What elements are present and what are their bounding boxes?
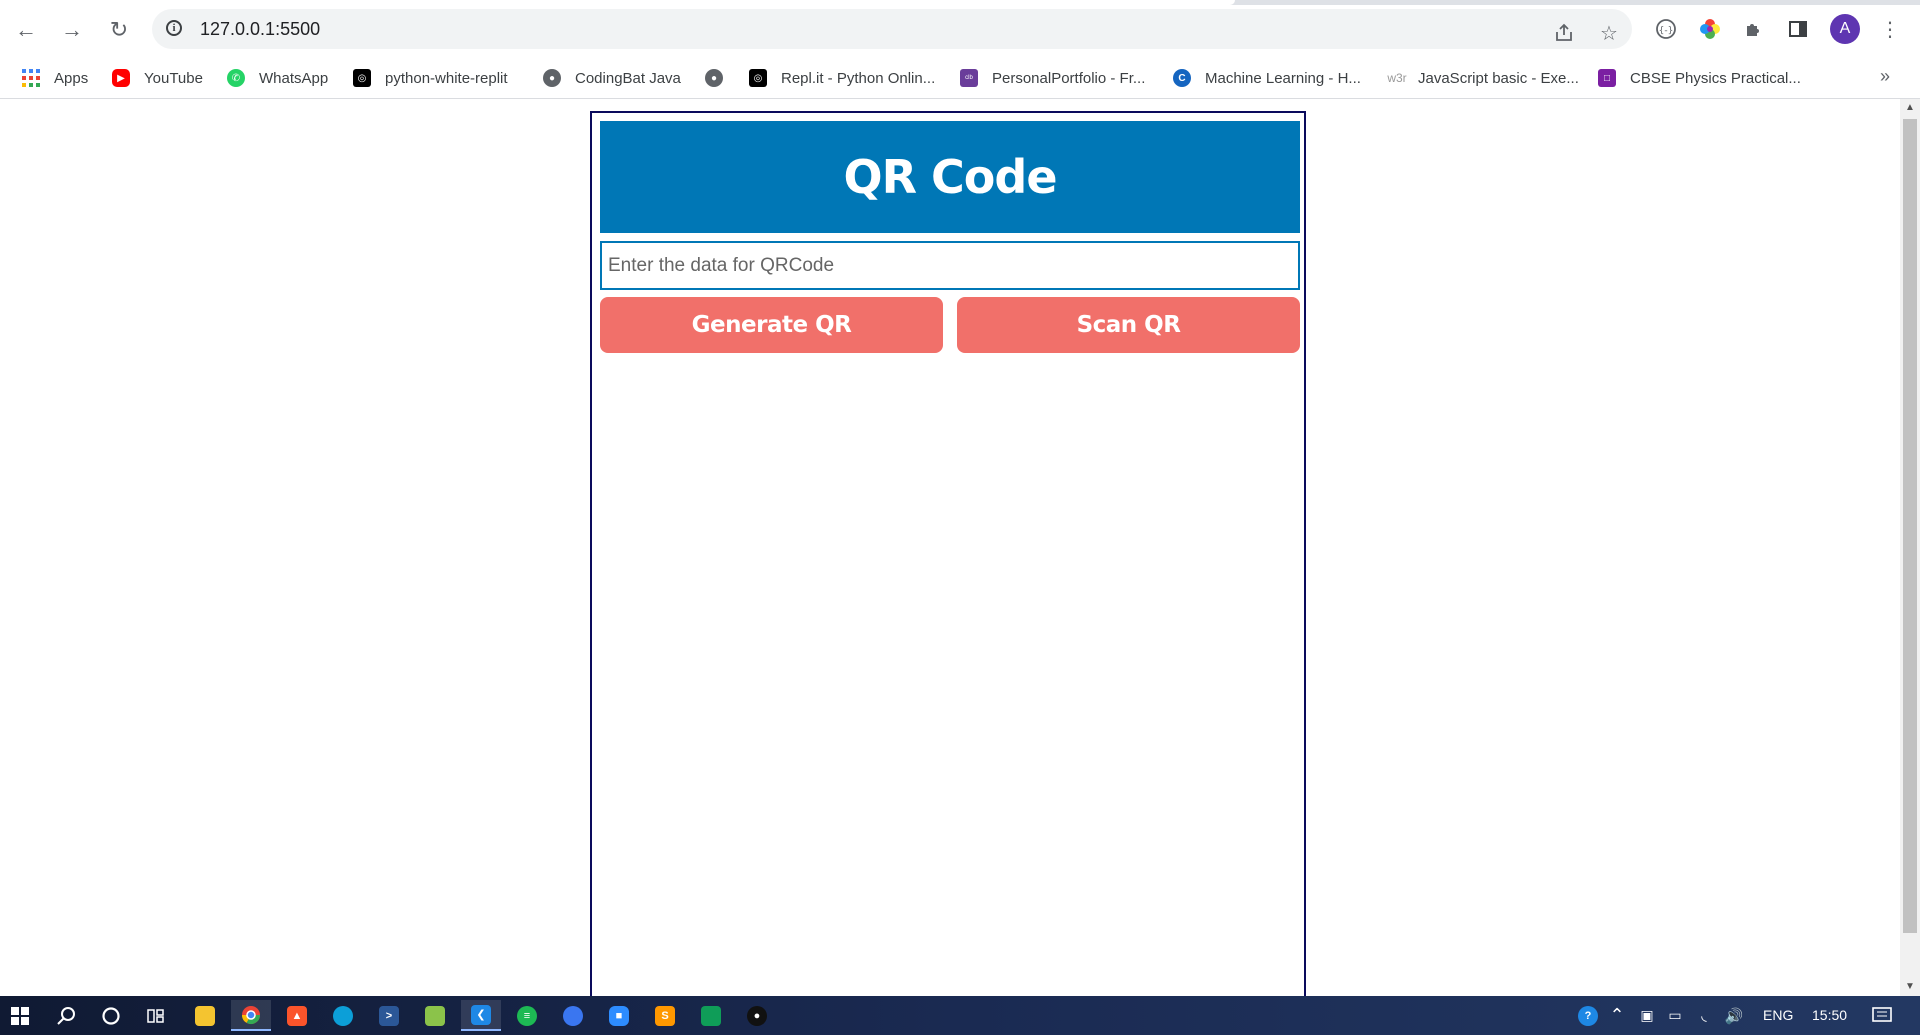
battery-icon[interactable]: ▭ xyxy=(1663,1000,1687,1031)
help-icon[interactable]: ? xyxy=(1568,1000,1608,1031)
replit-icon: ◎ xyxy=(749,69,767,87)
browser-toolbar: ← → ↻ i 127.0.0.1:5500 ☆ {-} A ⋮ xyxy=(0,0,1920,58)
notifications-icon[interactable] xyxy=(1862,1000,1902,1031)
bookmark-purple-icon: □ xyxy=(1598,69,1616,87)
bookmark-apps[interactable]: Apps xyxy=(22,58,88,98)
bookmark-whatsapp[interactable]: ✆ WhatsApp xyxy=(227,58,328,98)
wifi-icon[interactable]: ◟ xyxy=(1692,1000,1716,1031)
notepad-icon[interactable] xyxy=(415,1000,455,1031)
powershell-icon[interactable]: > xyxy=(369,1000,409,1031)
bookmarks-overflow-icon[interactable]: » xyxy=(1880,66,1890,87)
active-tab[interactable] xyxy=(0,0,1235,5)
whatsapp-icon: ✆ xyxy=(227,69,245,87)
volume-icon[interactable]: 🔊 xyxy=(1720,1000,1748,1031)
scroll-up-icon[interactable]: ▲ xyxy=(1900,99,1920,117)
spotify-icon[interactable]: ≡ xyxy=(507,1000,547,1031)
scan-qr-button[interactable]: Scan QR xyxy=(957,297,1300,353)
svg-text:{-}: {-} xyxy=(1659,26,1674,36)
forward-icon[interactable]: → xyxy=(54,12,90,48)
tray-device-icon[interactable]: ▣ xyxy=(1635,1000,1659,1031)
bookmark-replit-python-online[interactable]: ◎ Repl.it - Python Onlin... xyxy=(749,58,935,98)
vscode-icon[interactable]: ❮ xyxy=(461,1000,501,1031)
task-view-icon[interactable] xyxy=(136,1000,176,1031)
bookmark-javascript-basic[interactable]: w3r JavaScript basic - Exe... xyxy=(1386,58,1579,98)
site-info-icon[interactable]: i xyxy=(166,20,182,36)
scrollbar-thumb[interactable] xyxy=(1903,119,1917,933)
scroll-down-icon[interactable]: ▼ xyxy=(1900,978,1920,996)
w3r-icon: w3r xyxy=(1387,71,1407,85)
back-icon[interactable]: ← xyxy=(8,12,44,48)
clock-time[interactable]: 15:50 xyxy=(1812,996,1847,1035)
windows-start-icon[interactable] xyxy=(0,1000,40,1031)
extension-bracket-icon[interactable]: {-} xyxy=(1650,13,1682,45)
chrome-taskbar-icon[interactable] xyxy=(231,1000,271,1031)
sublime-icon[interactable]: S xyxy=(645,1000,685,1031)
bookmark-personal-portfolio[interactable]: clb PersonalPortfolio - Fr... xyxy=(960,58,1145,98)
address-bar[interactable]: i 127.0.0.1:5500 ☆ xyxy=(152,9,1632,49)
colorlib-icon: clb xyxy=(960,69,978,87)
bookmark-youtube[interactable]: ▶ YouTube xyxy=(112,58,203,98)
kebab-menu-icon[interactable]: ⋮ xyxy=(1874,13,1906,45)
obs-icon[interactable]: ● xyxy=(737,1000,777,1031)
address-url[interactable]: 127.0.0.1:5500 xyxy=(200,19,320,40)
signal-icon[interactable] xyxy=(553,1000,593,1031)
bookmark-cbse-physics[interactable]: □ CBSE Physics Practical... xyxy=(1598,58,1801,98)
share-icon[interactable] xyxy=(1550,19,1578,47)
language-indicator[interactable]: ENG xyxy=(1763,996,1793,1035)
reload-icon[interactable]: ↻ xyxy=(101,12,137,48)
app-header: QR Code xyxy=(600,121,1300,233)
tray-chevron-up-icon[interactable]: ⌃ xyxy=(1605,1000,1629,1031)
color-picker-extension-icon[interactable] xyxy=(1694,13,1726,45)
tab-strip xyxy=(0,0,1920,5)
apps-grid-icon xyxy=(22,69,40,87)
page-title: QR Code xyxy=(843,150,1057,204)
qr-app-container: QR Code Generate QR Scan QR xyxy=(590,111,1306,996)
globe-icon: ● xyxy=(543,69,561,87)
bookmarks-bar: Apps ▶ YouTube ✆ WhatsApp ◎ python-white… xyxy=(0,58,1920,99)
youtube-icon: ▶ xyxy=(112,69,130,87)
brave-icon[interactable]: ▲ xyxy=(277,1000,317,1031)
search-icon[interactable] xyxy=(46,1000,86,1031)
bookmark-machine-learning[interactable]: C Machine Learning - H... xyxy=(1173,58,1361,98)
bookmark-globe[interactable]: ● xyxy=(705,58,737,98)
profile-avatar[interactable]: A xyxy=(1830,14,1860,44)
extensions-puzzle-icon[interactable] xyxy=(1738,13,1770,45)
bookmark-star-icon[interactable]: ☆ xyxy=(1595,19,1623,47)
file-explorer-icon[interactable] xyxy=(185,1000,225,1031)
c-logo-icon: C xyxy=(1173,69,1191,87)
zoom-icon[interactable]: ■ xyxy=(599,1000,639,1031)
replit-icon: ◎ xyxy=(353,69,371,87)
globe-icon: ● xyxy=(705,69,723,87)
bookmark-python-white-replit[interactable]: ◎ python-white-replit xyxy=(353,58,508,98)
windows-taskbar: ▲ > ❮ ≡ ■ S ● ? ⌃ ▣ ▭ ◟ 🔊 ENG 15:50 xyxy=(0,996,1920,1035)
side-panel-icon[interactable] xyxy=(1782,13,1814,45)
edge-icon[interactable] xyxy=(323,1000,363,1031)
page-scrollbar[interactable]: ▲ ▼ xyxy=(1900,99,1920,996)
generate-qr-button[interactable]: Generate QR xyxy=(600,297,943,353)
bookmark-codingbat-java[interactable]: ● CodingBat Java xyxy=(543,58,681,98)
cortana-icon[interactable] xyxy=(91,1000,131,1031)
page-viewport: QR Code Generate QR Scan QR xyxy=(0,99,1900,996)
qr-data-input[interactable] xyxy=(600,241,1300,290)
classroom-icon[interactable] xyxy=(691,1000,731,1031)
